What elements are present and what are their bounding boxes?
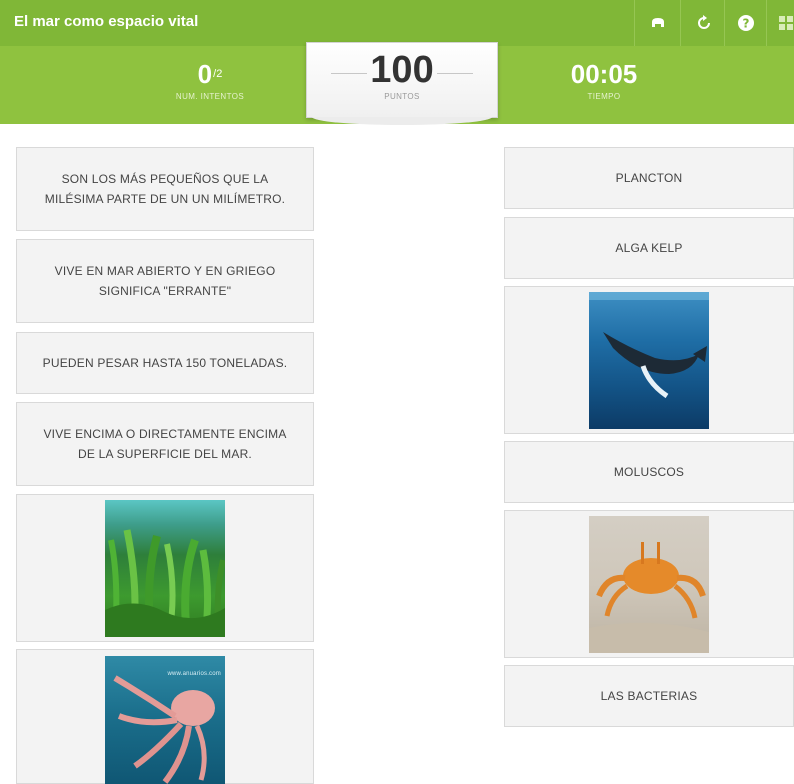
time-label: TIEMPO <box>587 92 621 101</box>
grid-icon[interactable] <box>772 9 794 37</box>
points-label: PUNTOS <box>384 92 420 101</box>
left-card-kelp-image[interactable] <box>16 494 314 642</box>
left-card-3[interactable]: PUEDEN PESAR HASTA 150 TONELADAS. <box>16 332 314 394</box>
svg-text:?: ? <box>743 17 750 31</box>
restart-icon[interactable] <box>690 9 718 37</box>
points-box: 100 PUNTOS <box>306 42 498 118</box>
card-text: MOLUSCOS <box>613 465 685 479</box>
card-text: ALGA KELP <box>615 241 683 255</box>
card-text: VIVE ENCIMA O DIRECTAMENTE ENCIMA DE LA … <box>43 427 287 461</box>
attempts-label: NUM. INTENTOS <box>175 92 245 101</box>
right-card-las-bacterias[interactable]: LAS BACTERIAS <box>504 665 794 727</box>
attempts-stat: 0/2 NUM. INTENTOS <box>140 60 280 101</box>
right-card-whale-image[interactable] <box>504 286 794 434</box>
crab-image <box>589 515 709 653</box>
time-value: 00:05 <box>570 59 638 89</box>
time-stat: 00:05 TIEMPO <box>534 60 674 101</box>
left-card-1[interactable]: SON LOS MÁS PEQUEÑOS QUE LA MILÉSIMA PAR… <box>16 147 314 231</box>
toolbar-separator <box>766 0 767 46</box>
left-card-octopus-image[interactable]: www.anuarios.com <box>16 649 314 784</box>
card-text: VIVE EN MAR ABIERTO Y EN GRIEGO SIGNIFIC… <box>54 264 276 298</box>
card-text: PLANCTON <box>615 171 683 185</box>
points-divider-left <box>331 73 367 74</box>
points-divider-right <box>437 73 473 74</box>
right-card-plancton[interactable]: PLANCTON <box>504 147 794 209</box>
help-icon[interactable]: ? <box>732 9 760 37</box>
card-text: LAS BACTERIAS <box>600 689 698 703</box>
top-bar: El mar como espacio vital ? <box>0 0 794 46</box>
left-card-2[interactable]: VIVE EN MAR ABIERTO Y EN GRIEGO SIGNIFIC… <box>16 239 314 323</box>
whale-image <box>589 291 709 429</box>
toolbar-separator <box>634 0 635 46</box>
attempts-value: 0/2 <box>197 59 223 89</box>
right-card-moluscos[interactable]: MOLUSCOS <box>504 441 794 503</box>
octopus-image: www.anuarios.com <box>105 656 225 784</box>
points-value: 100 <box>370 49 434 91</box>
gamepad-icon[interactable] <box>644 9 672 37</box>
attempts-total: /2 <box>213 68 223 80</box>
kelp-image <box>105 499 225 637</box>
toolbar-separator <box>680 0 681 46</box>
card-text: SON LOS MÁS PEQUEÑOS QUE LA MILÉSIMA PAR… <box>44 172 286 206</box>
left-card-4[interactable]: VIVE ENCIMA O DIRECTAMENTE ENCIMA DE LA … <box>16 402 314 486</box>
card-text: PUEDEN PESAR HASTA 150 TONELADAS. <box>42 356 288 370</box>
toolbar-separator <box>724 0 725 46</box>
right-card-alga-kelp[interactable]: ALGA KELP <box>504 217 794 279</box>
right-card-crab-image[interactable] <box>504 510 794 658</box>
activity-title: El mar como espacio vital <box>14 13 199 30</box>
